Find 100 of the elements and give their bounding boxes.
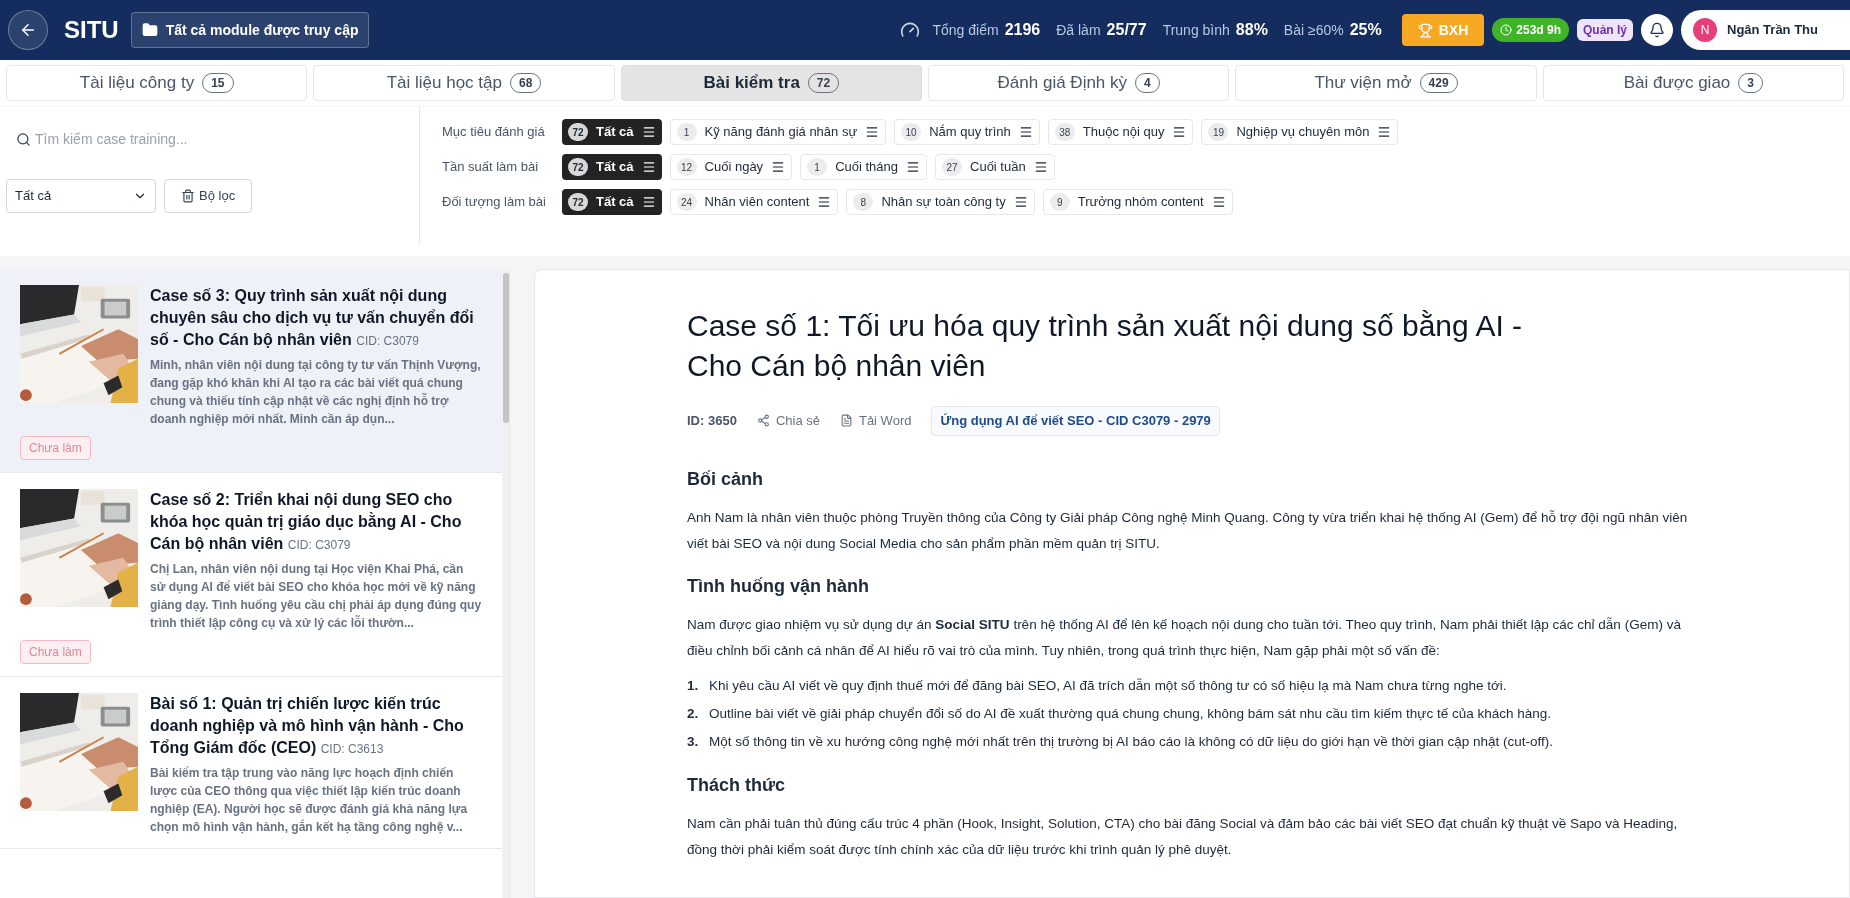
filter-chip[interactable]: 10 Nắm quy trình (894, 119, 1040, 145)
tab[interactable]: Đánh giá Định kỳ 4 (928, 65, 1230, 101)
menu-icon (1018, 125, 1033, 139)
chip-count: 9 (1049, 193, 1070, 211)
menu-icon (641, 160, 656, 174)
chip-count: 1 (807, 158, 828, 176)
section-heading: Thách thức (687, 773, 787, 797)
filter-chip[interactable]: 72 Tất cả (562, 119, 662, 145)
scrollbar[interactable] (502, 273, 509, 423)
chip-count: 12 (676, 158, 697, 176)
share-icon (756, 414, 770, 428)
tab[interactable]: Tài liệu công ty 15 (6, 65, 308, 101)
menu-icon (1377, 125, 1392, 139)
case-description: Bài kiểm tra tập trung vào năng lực hoạch định chiến lược của CEO thông qua việc thiết lập kiến trúc doanh nghiệp (EA). Người học sẽ được đánh giá khả năng lựa chọn mô hình vận hành, gắn kết hạ tầng công nghệ v... (150, 765, 469, 836)
detail-id: ID: 3650 (687, 412, 737, 430)
chip-count: 19 (1208, 123, 1229, 141)
share-button[interactable]: Chia sẻ (756, 411, 820, 431)
menu-icon (1033, 160, 1048, 174)
chip-count: 10 (901, 123, 922, 141)
stat-value: 25/77 (1106, 20, 1147, 40)
filter-label: Mục tiêu đánh giá (442, 123, 546, 142)
chip-count: 38 (1054, 123, 1075, 141)
filter-chip[interactable]: 9 Trưởng nhóm content (1042, 189, 1233, 215)
filter-chip[interactable]: 72 Tất cả (562, 154, 662, 180)
module-button[interactable]: Tất cả module được truy cập (130, 12, 370, 48)
list-number: 3. (687, 732, 699, 751)
chip-count: 72 (568, 193, 588, 211)
filter-chip[interactable]: 19 Nghiệp vụ chuyên môn (1201, 119, 1399, 145)
trophy-icon (1417, 22, 1433, 38)
stat-label: Trung bình (1162, 21, 1230, 40)
list-item-text: Outline bài viết về giải pháp chuyển đổi số do AI đề xuất thường quá chung chung, không bám sát nhu cầu tìm kiếm thực tế của khách hàng. (709, 704, 1551, 723)
stat-value: 2196 (1004, 20, 1041, 40)
filter-chip[interactable]: 8 Nhân sự toàn công ty (846, 189, 1035, 215)
filter-chip[interactable]: 1 Kỹ năng đánh giá nhân sự (669, 119, 887, 145)
filter-chip[interactable]: 72 Tất cả (562, 189, 662, 215)
section-heading: Bối cảnh (687, 467, 764, 491)
stat-label: Đã làm (1056, 21, 1101, 40)
filter-button[interactable]: Bộ lọc (164, 179, 253, 213)
section-paragraph: Anh Nam là nhân viên thuộc phòng Truyền thông của Công ty Giải pháp Công nghệ Minh Quang. Công ty vừa triển khai hệ thống AI (Gem) để hỗ trợ đội ngũ nhân viên viết bài SEO và nội dung Social Media cho sản phẩm phần mềm quản trị SITU. (687, 508, 1689, 553)
search-field[interactable]: Tìm kiếm case training... (35, 128, 335, 150)
tab[interactable]: Bài được giao 3 (1542, 65, 1844, 101)
case-title: Case số 2: Triển khai nội dung SEO cho khóa học quản trị giáo dục bằng AI - Cho Cán bộ nhân viên CID: C3079 (150, 490, 463, 554)
case-title: Bài số 1: Quản trị chiến lược kiến trúc doanh nghiệp và mô hình vận hành - Cho Tổng Giám đốc (CEO) CID: C3613 (150, 694, 465, 758)
back-button[interactable] (8, 10, 48, 50)
clock-icon (1500, 24, 1513, 36)
status-badge: Chưa làm (20, 640, 91, 664)
menu-icon (1211, 195, 1226, 209)
list-number: 1. (687, 676, 699, 695)
stat-label: Tổng điểm (932, 21, 999, 40)
case-description: Minh, nhân viên nội dung tại công ty tư vấn Thịnh Vượng, đang gặp khó khăn khi AI tạo ra các bài viết quá chung chung và thiếu tính cập nhật về các nghị định hỗ trợ doanh nghiệp mới nhất. Minh cần áp dụn... (150, 357, 482, 428)
list-item-text: Khi yêu cầu AI viết về quy định thuế mới để đăng bài SEO, AI đã trích dẫn một số thông tư có số hiệu lạ mà Nam chưa từng nghe tới. (709, 676, 1507, 695)
timer-badge: 253d 9h (1492, 18, 1569, 42)
user-name: Ngân Trần Thu (1727, 21, 1818, 40)
chip-count: 24 (676, 193, 697, 211)
menu-icon (1013, 195, 1028, 209)
tab[interactable]: Bài kiểm tra 72 (620, 65, 922, 101)
status-select[interactable]: Tất cả (6, 179, 156, 213)
chip-count: 27 (942, 158, 962, 176)
list-number: 2. (687, 704, 699, 723)
case-item[interactable] (0, 269, 502, 473)
user-menu[interactable]: N Ngân Trần Thu (1681, 10, 1850, 50)
section-heading: Tình huống vận hành (687, 574, 870, 598)
app-title: SITU (64, 15, 119, 45)
document-icon (839, 414, 853, 428)
status-badge: Chưa làm (20, 436, 91, 460)
user-avatar: N (1693, 18, 1717, 42)
menu-icon (906, 160, 920, 174)
menu-icon (771, 160, 786, 174)
stat-label: Bài ≥60% (1283, 21, 1344, 40)
menu-icon (817, 195, 832, 209)
menu-icon (865, 125, 880, 139)
notification-button[interactable] (1641, 14, 1673, 46)
filter-label: Đối tượng làm bài (442, 193, 547, 212)
filter-chip[interactable]: 24 Nhân viên content (669, 189, 839, 215)
chip-count: 1 (676, 123, 697, 141)
filter-chip[interactable]: 1 Cuối tháng (800, 154, 927, 180)
detail-tag[interactable]: Ứng dụng AI để viết SEO - CID C3079 - 2979 (931, 406, 1220, 436)
section-paragraph: Nam cần phải tuân thủ đúng cấu trúc 4 phần (Hook, Insight, Solution, CTA) cho bài đăng Social và đảm bảo các bài viết SEO đạt chuẩn kỹ thuật về Sapo và Heading, đồng thời phải kiểm soát được tính chính xác của dữ liệu trước khi trình quản lý phê duyệt. (687, 814, 1679, 859)
filter-chip[interactable]: 27 Cuối tuần (935, 154, 1055, 180)
stat-value: 88% (1235, 20, 1268, 40)
tab[interactable]: Thư viện mở 429 (1235, 65, 1537, 101)
menu-icon (641, 195, 656, 209)
list-item-text: Một số thông tin về xu hướng công nghệ mới nhất trên thị trường bị AI báo cáo là không có dữ liệu do giới hạn về thời gian cập nhật (cut-off). (709, 732, 1554, 751)
filter-chip[interactable]: 12 Cuối ngày (669, 154, 793, 180)
chip-count: 8 (853, 193, 874, 211)
search-icon (16, 131, 31, 147)
role-badge: Quản lý (1577, 19, 1633, 41)
download-word-button[interactable]: Tải Word (839, 411, 912, 431)
tab[interactable]: Tài liệu học tập 68 (313, 65, 615, 101)
case-description: Chị Lan, nhân viên nội dung tại Học viện Khai Phá, cần sử dụng AI để viết bài SEO cho khóa học mới về kỹ năng giảng dạy. Tình huống yêu cầu chị phải áp dụng đúng quy trình thiết lập công cụ và xử lý các lỗi thườn... (150, 561, 482, 632)
detail-title: Case số 1: Tối ưu hóa quy trình sản xuất nội dung số bằng AI - Cho Cán bộ nhân viên (687, 308, 1524, 384)
filter-chip[interactable]: 38 Thuộc nội quy (1047, 119, 1194, 145)
stat-value: 25% (1349, 20, 1382, 40)
menu-icon (641, 125, 656, 139)
chip-count: 72 (568, 123, 588, 141)
trash-icon (181, 189, 195, 203)
folder-icon (141, 22, 158, 38)
menu-icon (1172, 125, 1187, 139)
filter-label: Tần suất làm bài (442, 158, 540, 177)
chip-count: 72 (568, 158, 588, 176)
